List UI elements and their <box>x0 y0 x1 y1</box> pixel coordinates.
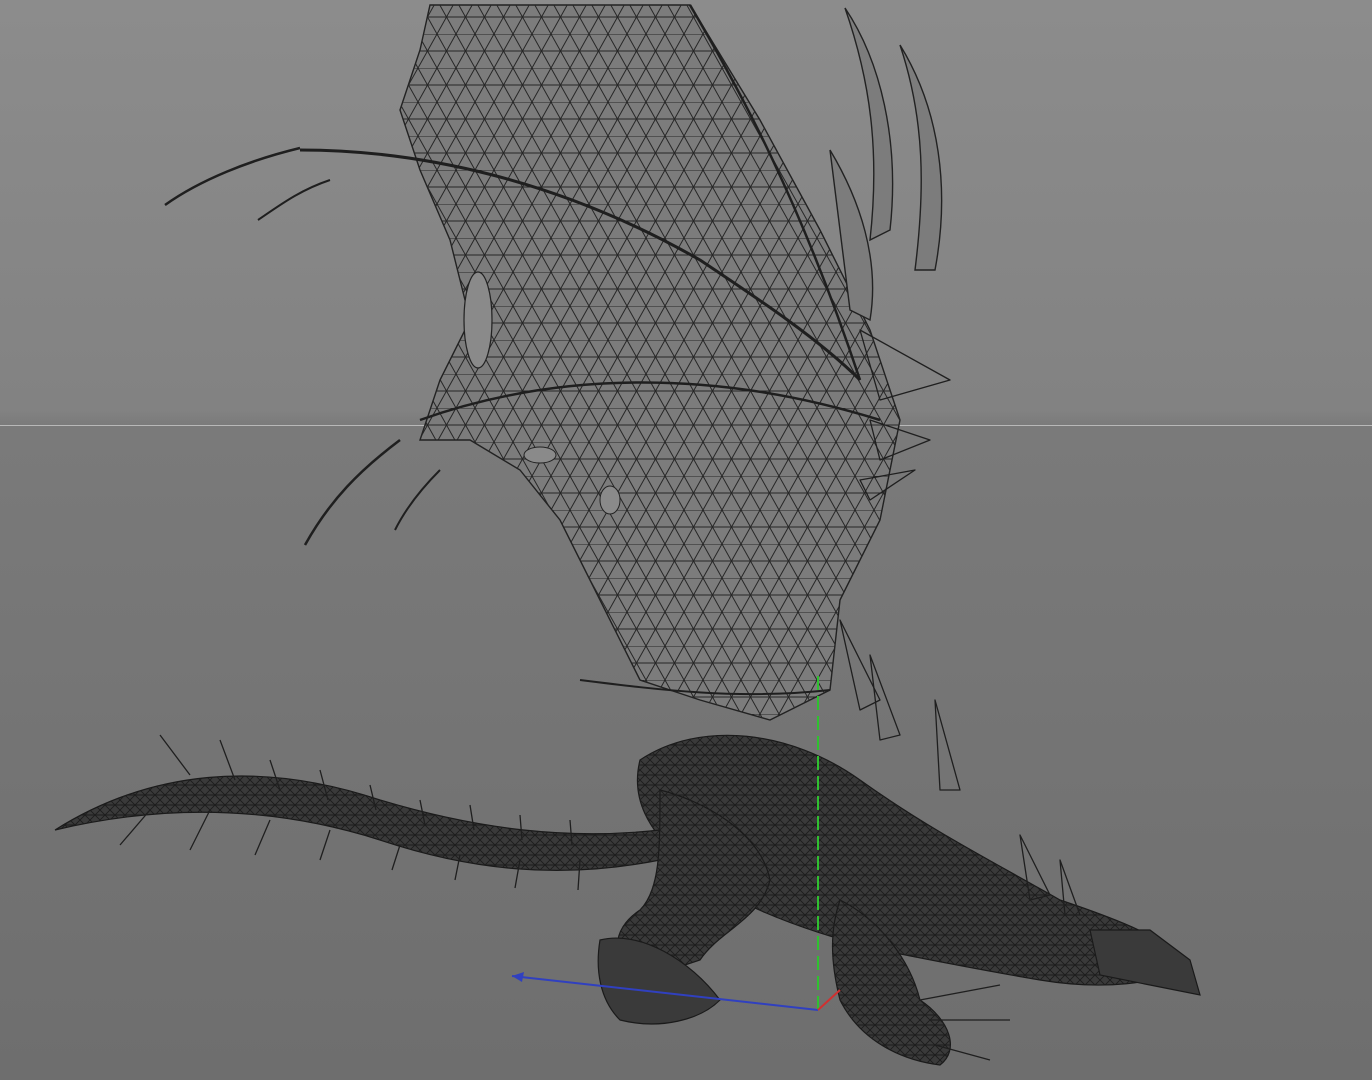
gizmo-z-axis[interactable] <box>511 975 819 1011</box>
3d-viewport[interactable] <box>0 0 1372 1080</box>
transform-gizmo[interactable] <box>0 0 1372 1080</box>
gizmo-z-arrow-icon[interactable] <box>512 972 524 982</box>
gizmo-x-axis[interactable] <box>817 989 841 1011</box>
